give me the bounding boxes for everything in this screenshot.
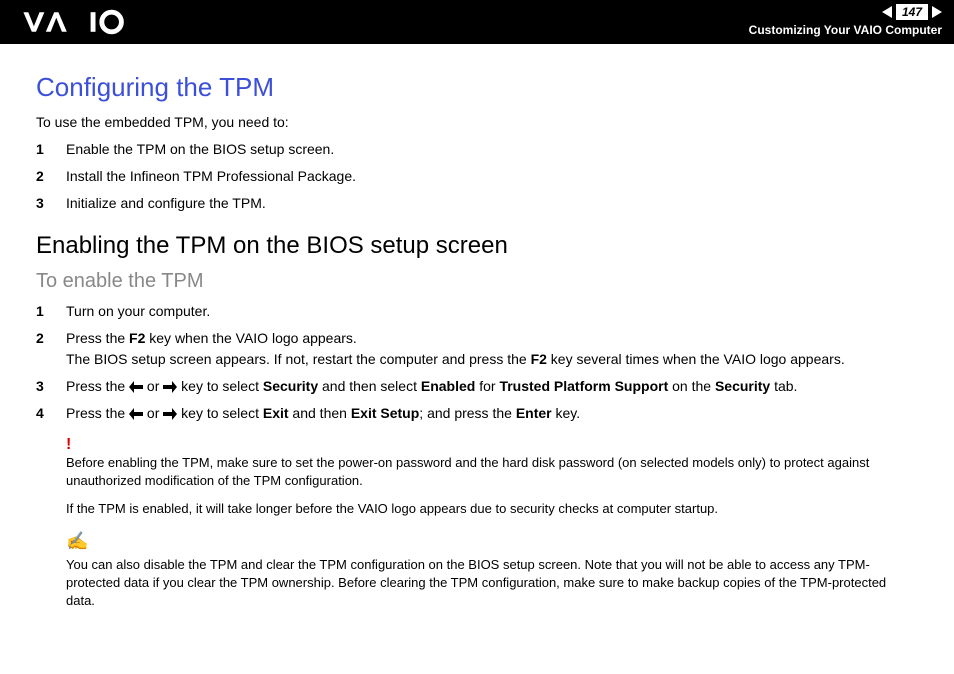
- warning-icon: !: [66, 434, 918, 456]
- steps-list-a: 1Enable the TPM on the BIOS setup screen…: [36, 139, 918, 214]
- pen-icon: ✍: [66, 529, 918, 554]
- list-item: 2Install the Infineon TPM Professional P…: [36, 166, 918, 187]
- sub-heading: To enable the TPM: [36, 270, 918, 293]
- list-item: 1Enable the TPM on the BIOS setup screen…: [36, 139, 918, 160]
- list-item: 3Initialize and configure the TPM.: [36, 193, 918, 214]
- steps-list-b: 1 Turn on your computer. 2 Press the F2 …: [36, 301, 918, 424]
- next-page-icon[interactable]: [932, 6, 942, 18]
- list-item: 2 Press the F2 key when the VAIO logo ap…: [36, 328, 918, 370]
- page-nav: 147 Customizing Your VAIO Computer: [749, 4, 942, 37]
- page-title: Configuring the TPM: [36, 72, 918, 103]
- page-number: 147: [896, 4, 928, 20]
- section-heading: Enabling the TPM on the BIOS setup scree…: [36, 232, 918, 260]
- vaio-logo: [18, 8, 138, 36]
- header-bar: 147 Customizing Your VAIO Computer: [0, 0, 954, 44]
- arrow-right-icon: [163, 408, 177, 420]
- arrow-left-icon: [129, 381, 143, 393]
- breadcrumb: Customizing Your VAIO Computer: [749, 23, 942, 37]
- page-content: Configuring the TPM To use the embedded …: [0, 44, 954, 640]
- arrow-right-icon: [163, 381, 177, 393]
- intro-text: To use the embedded TPM, you need to:: [36, 113, 918, 133]
- list-item: 3 Press the or key to select Security an…: [36, 376, 918, 397]
- arrow-left-icon: [129, 408, 143, 420]
- list-item: 1 Turn on your computer.: [36, 301, 918, 322]
- info-note: If the TPM is enabled, it will take long…: [66, 500, 918, 518]
- tip-note: ✍ You can also disable the TPM and clear…: [66, 529, 918, 611]
- prev-page-icon[interactable]: [882, 6, 892, 18]
- warning-note: ! Before enabling the TPM, make sure to …: [66, 434, 918, 491]
- list-item: 4 Press the or key to select Exit and th…: [36, 403, 918, 424]
